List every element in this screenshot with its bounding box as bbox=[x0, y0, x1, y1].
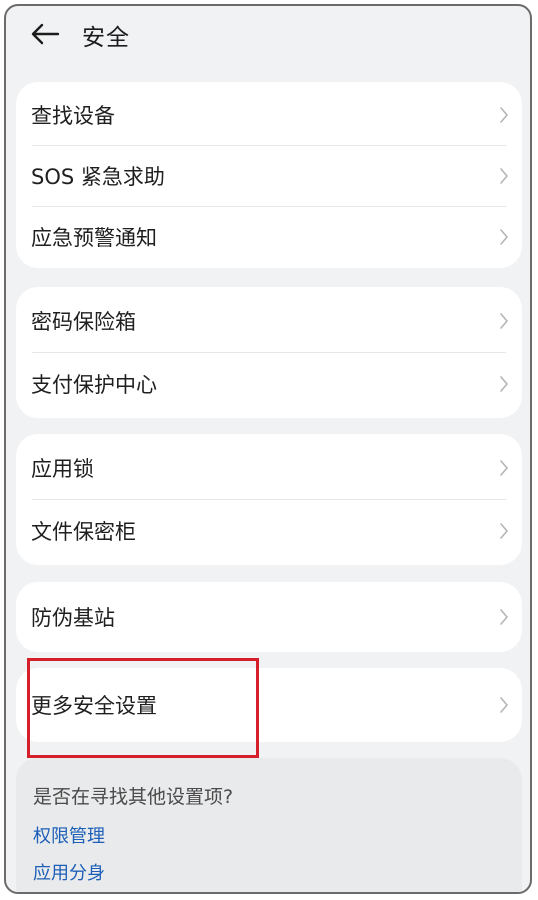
settings-item-sos[interactable]: SOS 紧急求助 bbox=[16, 145, 522, 206]
settings-item-password-vault[interactable]: 密码保险箱 bbox=[16, 290, 522, 351]
settings-item-app-lock[interactable]: 应用锁 bbox=[16, 437, 522, 498]
chevron-right-icon bbox=[500, 522, 509, 539]
arrow-left-icon[interactable] bbox=[28, 20, 62, 48]
chevron-right-icon bbox=[500, 167, 509, 184]
settings-group-2: 密码保险箱 支付保护中心 bbox=[16, 287, 522, 418]
settings-item-fake-base-station[interactable]: 防伪基站 bbox=[16, 586, 522, 647]
settings-group-5: 更多安全设置 bbox=[16, 668, 522, 742]
header-bar: 安全 bbox=[6, 6, 530, 62]
settings-item-label: 密码保险箱 bbox=[31, 309, 136, 334]
chevron-right-icon bbox=[500, 228, 509, 245]
settings-item-label: SOS 紧急求助 bbox=[31, 164, 165, 189]
chevron-right-icon bbox=[500, 459, 509, 476]
link-app-twin[interactable]: 应用分身 bbox=[33, 859, 105, 885]
settings-item-label: 文件保密柜 bbox=[31, 519, 136, 544]
link-permission-management[interactable]: 权限管理 bbox=[33, 822, 105, 848]
settings-item-find-device[interactable]: 查找设备 bbox=[16, 84, 522, 145]
chevron-right-icon bbox=[500, 312, 509, 329]
settings-item-label: 应急预警通知 bbox=[31, 225, 157, 250]
settings-item-emergency-alerts[interactable]: 应急预警通知 bbox=[16, 206, 522, 267]
settings-item-payment-protection[interactable]: 支付保护中心 bbox=[16, 353, 522, 414]
settings-screen: 安全 查找设备 SOS 紧急求助 应急预警通知 密码保险箱 支付保护中心 应用锁… bbox=[4, 4, 532, 894]
search-suggestions: 是否在寻找其他设置项? 权限管理 应用分身 bbox=[16, 758, 522, 892]
settings-item-more-security[interactable]: 更多安全设置 bbox=[16, 674, 522, 735]
settings-item-label: 更多安全设置 bbox=[31, 693, 157, 718]
chevron-right-icon bbox=[500, 375, 509, 392]
settings-group-1: 查找设备 SOS 紧急求助 应急预警通知 bbox=[16, 82, 522, 268]
suggestion-question: 是否在寻找其他设置项? bbox=[33, 786, 234, 808]
chevron-right-icon bbox=[500, 608, 509, 625]
settings-item-file-safe[interactable]: 文件保密柜 bbox=[16, 500, 522, 561]
settings-group-4: 防伪基站 bbox=[16, 582, 522, 652]
page-title: 安全 bbox=[82, 25, 130, 51]
settings-item-label: 查找设备 bbox=[31, 103, 115, 128]
settings-group-3: 应用锁 文件保密柜 bbox=[16, 434, 522, 565]
settings-item-label: 支付保护中心 bbox=[31, 372, 157, 397]
chevron-right-icon bbox=[500, 106, 509, 123]
chevron-right-icon bbox=[500, 696, 509, 713]
settings-item-label: 应用锁 bbox=[31, 456, 94, 481]
settings-item-label: 防伪基站 bbox=[31, 605, 115, 630]
